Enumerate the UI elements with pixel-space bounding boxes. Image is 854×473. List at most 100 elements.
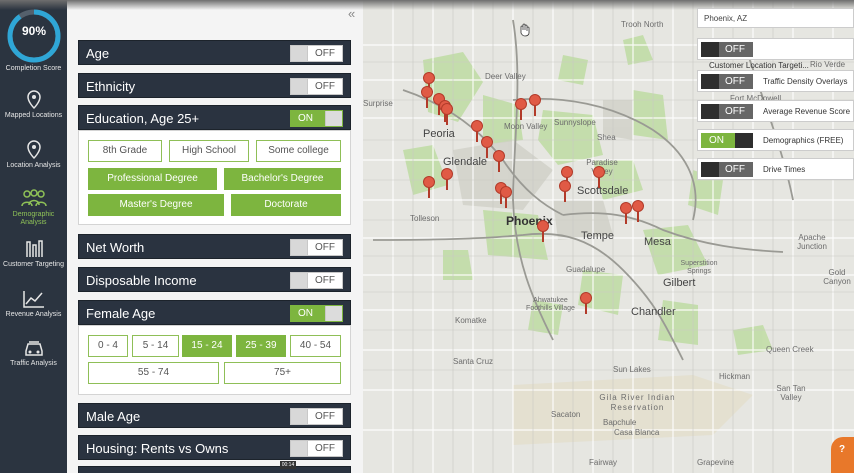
map-label: Rio Verde bbox=[810, 60, 846, 69]
overlay-toggle[interactable]: OFF bbox=[701, 42, 753, 57]
filter-housing[interactable]: Housing: Rents vs Owns OFF bbox=[78, 435, 351, 460]
map-label: Sunnyslope bbox=[554, 118, 596, 127]
map-label: Casa Blanca bbox=[614, 428, 660, 437]
video-scrub-time: 00:14 bbox=[280, 461, 296, 469]
option-some-college[interactable]: Some college bbox=[256, 140, 341, 162]
filter-male-age[interactable]: Male Age OFF bbox=[78, 403, 351, 428]
nav-revenue-analysis[interactable]: Revenue Analysis bbox=[0, 289, 67, 319]
filter-female-age[interactable]: Female Age ON bbox=[78, 300, 351, 325]
map-label: Gila River Indian Reservation bbox=[599, 393, 676, 412]
option-age-25-39[interactable]: 25 - 39 bbox=[236, 335, 286, 357]
map-label: Tolleson bbox=[410, 214, 440, 223]
location-pin-icon[interactable] bbox=[441, 103, 453, 127]
option-8th-grade[interactable]: 8th Grade bbox=[88, 140, 162, 162]
age-toggle[interactable]: OFF bbox=[290, 45, 343, 62]
drive-times-overlay[interactable]: OFF Drive Times bbox=[697, 158, 854, 180]
location-pin-icon[interactable] bbox=[500, 186, 512, 210]
option-masters-degree[interactable]: Master's Degree bbox=[88, 194, 224, 216]
nav-traffic-analysis[interactable]: Traffic Analysis bbox=[0, 338, 67, 368]
location-search-box[interactable]: Phoenix, AZ bbox=[697, 8, 854, 28]
location-pin-icon[interactable] bbox=[620, 202, 632, 226]
city-label: Tempe bbox=[581, 230, 615, 242]
location-pin-icon[interactable] bbox=[515, 98, 527, 122]
map-label: Guadalupe bbox=[566, 265, 606, 274]
filter-net-worth[interactable]: Net Worth OFF bbox=[78, 234, 351, 259]
housing-toggle[interactable]: OFF bbox=[290, 440, 343, 457]
map-label: Hickman bbox=[719, 372, 751, 381]
location-pin-icon[interactable] bbox=[580, 292, 592, 316]
location-pin-icon[interactable] bbox=[421, 86, 433, 110]
map-label: San Tan Valley bbox=[776, 384, 806, 402]
ethnicity-toggle[interactable]: OFF bbox=[290, 78, 343, 95]
filter-age[interactable]: Age OFF bbox=[78, 40, 351, 65]
option-age-5-14[interactable]: 5 - 14 bbox=[132, 335, 179, 357]
overlay-toggle[interactable]: OFF bbox=[701, 104, 753, 119]
overlay-toggle-row[interactable]: OFF bbox=[697, 38, 854, 60]
nav-mapped-locations[interactable]: Mapped Locations bbox=[0, 90, 67, 120]
location-pin-icon[interactable] bbox=[632, 200, 644, 224]
location-pin-icon[interactable] bbox=[423, 176, 435, 200]
map-label: Queen Creek bbox=[766, 345, 814, 354]
demographics-overlay[interactable]: ON Demographics (FREE) bbox=[697, 129, 854, 151]
nav-label: Traffic Analysis bbox=[10, 360, 57, 367]
disposable-income-toggle[interactable]: OFF bbox=[290, 272, 343, 289]
filter-education[interactable]: Education, Age 25+ ON bbox=[78, 105, 351, 130]
map-label: Deer Valley bbox=[485, 72, 526, 81]
map-label: Trooh North bbox=[621, 20, 664, 29]
option-professional-degree[interactable]: Professional Degree bbox=[88, 168, 217, 190]
help-icon: ? bbox=[839, 444, 846, 455]
option-age-40-54[interactable]: 40 - 54 bbox=[290, 335, 341, 357]
city-label: Gilbert bbox=[663, 277, 696, 289]
option-age-55-74[interactable]: 55 - 74 bbox=[88, 362, 219, 384]
nav-label: Customer Targeting bbox=[3, 261, 64, 268]
chat-support-button[interactable]: ? bbox=[831, 437, 854, 473]
map-label: Surprise bbox=[363, 99, 393, 108]
map-label: Santa Cruz bbox=[453, 357, 494, 366]
location-pin-icon[interactable] bbox=[481, 136, 493, 160]
overlay-toggle[interactable]: ON bbox=[701, 133, 753, 148]
map-label: Grapevine bbox=[697, 458, 734, 467]
nav-demographic-analysis[interactable]: Demographic Analysis bbox=[0, 189, 67, 227]
filter-title: Male Age bbox=[86, 409, 141, 424]
location-pin-icon[interactable] bbox=[593, 166, 605, 190]
male-age-toggle[interactable]: OFF bbox=[290, 408, 343, 425]
overlay-toggle[interactable]: OFF bbox=[701, 74, 753, 89]
map-label: Sun Lakes bbox=[613, 365, 651, 374]
option-high-school[interactable]: High School bbox=[169, 140, 249, 162]
traffic-density-overlay[interactable]: OFF Traffic Density Overlays bbox=[697, 70, 854, 92]
nav-label: Mapped Locations bbox=[4, 112, 63, 119]
filter-next[interactable] bbox=[78, 466, 351, 473]
map-label: Bapchule bbox=[603, 418, 637, 427]
car-icon bbox=[24, 341, 43, 356]
location-pin-icon[interactable] bbox=[537, 220, 549, 244]
education-toggle[interactable]: ON bbox=[290, 110, 343, 127]
overlay-toggle[interactable]: OFF bbox=[701, 162, 753, 177]
filter-disposable-income[interactable]: Disposable Income OFF bbox=[78, 267, 351, 292]
option-bachelors-degree[interactable]: Bachelor's Degree bbox=[224, 168, 341, 190]
location-analysis-icon bbox=[26, 140, 41, 160]
left-nav: 90% Completion Score Mapped Locations Lo… bbox=[0, 0, 67, 473]
city-label: Chandler bbox=[631, 306, 676, 318]
female-age-options: 0 - 4 5 - 14 15 - 24 25 - 39 40 - 54 55 … bbox=[78, 325, 351, 395]
filter-ethnicity[interactable]: Ethnicity OFF bbox=[78, 73, 351, 98]
female-age-toggle[interactable]: ON bbox=[290, 305, 343, 322]
filter-title: Education, Age 25+ bbox=[86, 111, 200, 126]
nav-customer-targeting[interactable]: Customer Targeting bbox=[0, 239, 67, 269]
education-options: 8th Grade High School Some college Profe… bbox=[78, 130, 351, 225]
location-pin-icon[interactable] bbox=[529, 94, 541, 118]
option-age-0-4[interactable]: 0 - 4 bbox=[88, 335, 128, 357]
nav-location-analysis[interactable]: Location Analysis bbox=[0, 140, 67, 170]
average-revenue-overlay[interactable]: OFF Average Revenue Score bbox=[697, 100, 854, 122]
location-pin-icon[interactable] bbox=[441, 168, 453, 192]
location-pin-icon[interactable] bbox=[493, 150, 505, 174]
option-age-75-plus[interactable]: 75+ bbox=[224, 362, 341, 384]
net-worth-toggle[interactable]: OFF bbox=[290, 239, 343, 256]
location-pin-icon[interactable] bbox=[559, 180, 571, 204]
option-age-15-24[interactable]: 15 - 24 bbox=[182, 335, 232, 357]
option-doctorate[interactable]: Doctorate bbox=[231, 194, 341, 216]
filter-title: Female Age bbox=[86, 306, 156, 321]
customer-targeting-icon bbox=[25, 240, 43, 257]
nav-label: Demographic Analysis bbox=[12, 211, 55, 226]
map-label: Apache Junction bbox=[797, 233, 827, 251]
filter-title: Housing: Rents vs Owns bbox=[86, 441, 229, 456]
